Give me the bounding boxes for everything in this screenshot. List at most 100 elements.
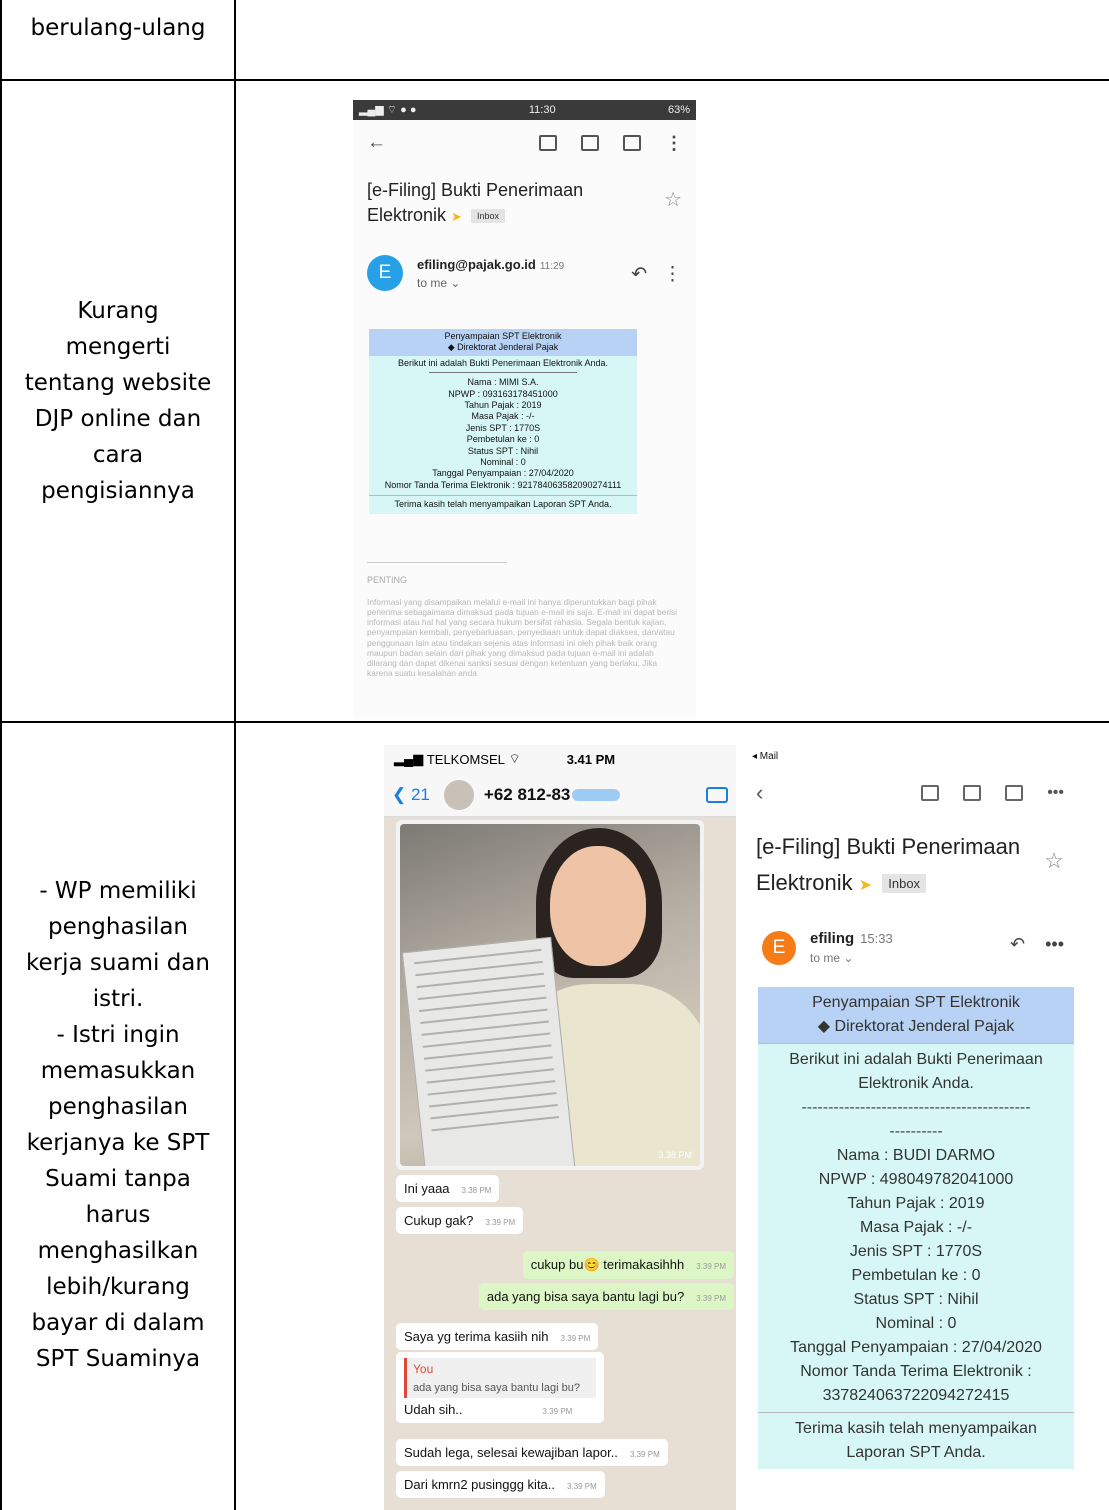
receipt-heading: Penyampaian SPT Elektronik	[444, 331, 562, 341]
reply-icon[interactable]: ↶ ⋮	[631, 263, 682, 286]
row-3-line: kerjanya ke SPT	[26, 1130, 210, 1156]
receipt-field: Nomor Tanda Terima Elektronik : 92178406…	[384, 479, 622, 490]
video-call-icon[interactable]	[706, 786, 728, 803]
redacted-digits	[572, 789, 621, 802]
email-time: 11:29	[539, 260, 565, 272]
chat-message[interactable]: Sudah lega, selesai kewajiban lapor.. 3.3…	[396, 1439, 668, 1466]
receipt-dashes: ----------	[889, 1123, 943, 1140]
receipt-field: Nomor Tanda Terima Elektronik :	[800, 1363, 1032, 1380]
row-3-line: kerja suami dan	[26, 950, 210, 976]
signal-icon: ▂▄▆	[394, 751, 427, 766]
row-2-description: Kurang mengerti tentang website DJP onli…	[2, 81, 234, 721]
receipt-box: Penyampaian SPT Elektronik ◆ Direktorat …	[369, 329, 637, 514]
row-3-line: penghasilan	[47, 914, 189, 940]
chat-message[interactable]: ada yang bisa saya bantu lagi bu? 3.39 PM	[478, 1283, 734, 1310]
chat-message[interactable]: Ini yaaa 3.38 PM	[396, 1175, 500, 1202]
phone-status-bar: ▂▄▆ TELKOMSEL ⌔ 3.41 PM	[384, 745, 736, 773]
row-3-line: lebih/kurang	[46, 1274, 190, 1300]
row-2-line: tentang website	[24, 370, 212, 396]
phone-status-bar: ▂▄▆ ⌔ ● ● 11:30 63%	[353, 100, 696, 120]
receipt-field: Nominal : 0	[875, 1315, 957, 1332]
receipt-field: Jenis SPT : 1770S	[465, 422, 541, 433]
inbox-label: Inbox	[882, 874, 927, 894]
row-3-line: - Istri ingin	[56, 1022, 180, 1048]
email-toolbar: ← ⋮	[353, 120, 696, 166]
row-3-line: memasukkan	[40, 1058, 196, 1084]
row-3-line: Suami tanpa	[45, 1166, 191, 1192]
back-to-mail[interactable]: ◂ Mail	[742, 745, 1078, 769]
chat-message[interactable]: Saya yg terima kasiih nih 3.39 PM	[396, 1323, 599, 1350]
subject-line: [e-Filing] Bukti Penerimaan	[367, 180, 584, 200]
receipt-field: Masa Pajak : -/-	[471, 411, 535, 422]
contact-number[interactable]: +62 812-83	[484, 785, 621, 805]
row-3-line: SPT Suaminya	[35, 1346, 201, 1372]
receipt-intro: Berikut ini adalah Bukti Penerimaan Elek…	[397, 357, 609, 368]
email-time: 15:33	[860, 931, 893, 946]
contact-avatar[interactable]	[443, 779, 474, 810]
trash-icon[interactable]	[581, 135, 599, 151]
receipt-intro: Elektronik Anda.	[858, 1075, 974, 1092]
divider-line	[367, 561, 507, 563]
archive-icon[interactable]	[921, 785, 940, 801]
row-2-line: DJP online dan	[34, 406, 202, 432]
row-2-line: Kurang	[77, 298, 159, 324]
row-2-line: pengisiannya	[41, 478, 195, 504]
trash-icon[interactable]	[963, 785, 982, 801]
back-chevron-icon[interactable]: ‹	[756, 780, 763, 806]
back-button[interactable]: ❮ 21	[392, 785, 430, 805]
back-arrow-icon[interactable]: ←	[367, 132, 386, 154]
receipt-field: Nominal : 0	[480, 457, 526, 468]
receipt-field: Masa Pajak : -/-	[859, 1219, 973, 1236]
row-3-line: menghasilkan	[37, 1238, 199, 1264]
receipt-field: Tanggal Penyampaian : 27/04/2020	[790, 1339, 1042, 1356]
important-marker-icon: ➤	[858, 877, 873, 894]
battery-level: 63%	[667, 104, 690, 116]
chat-message[interactable]: cukup bu😊 terimakasihhh 3.39 PM	[522, 1251, 734, 1279]
photo-time: 3.38 PM	[658, 1150, 692, 1160]
more-vert-icon[interactable]: ⋮	[665, 133, 683, 154]
inbox-label: Inbox	[470, 208, 505, 223]
recipient-label[interactable]: to me ⌄	[810, 951, 893, 965]
carrier-name: TELKOMSEL	[426, 751, 505, 767]
receipt-field: 337824063722094272415	[822, 1387, 1010, 1404]
chat-message[interactable]: Cukup gak? 3.39 PM	[396, 1207, 524, 1234]
status-time: 11:30	[528, 104, 556, 116]
star-icon[interactable]: ☆	[1044, 843, 1064, 879]
receipt-field: Jenis SPT : 1770S	[849, 1243, 983, 1260]
receipt-intro: Berikut ini adalah Bukti Penerimaan	[789, 1051, 1043, 1068]
row-divider-2	[0, 721, 1109, 723]
important-marker-icon: ➤	[451, 209, 462, 224]
archive-icon[interactable]	[539, 135, 557, 151]
receipt-field: Status SPT : Nihil	[853, 1291, 979, 1308]
chat-header: ❮ 21 +62 812-83	[384, 773, 736, 817]
receipt-field: Tahun Pajak : 2019	[847, 1195, 985, 1212]
mail-icon[interactable]	[1005, 785, 1024, 801]
subject-line: Elektronik	[756, 870, 853, 895]
reply-message[interactable]: You ada yang bisa saya bantu lagi bu? Ud…	[396, 1352, 604, 1423]
tax-form-document	[401, 936, 577, 1166]
receipt-field: Pembetulan ke : 0	[851, 1267, 981, 1284]
more-horiz-icon[interactable]: •••	[1047, 784, 1064, 802]
receipt-field: Pembetulan ke : 0	[466, 434, 540, 445]
receipt-box: Penyampaian SPT Elektronik ◆ Direktorat …	[758, 987, 1074, 1469]
recipient-label[interactable]: to me ⌄	[417, 276, 564, 290]
receipt-divider	[429, 372, 577, 374]
receipt-field: Nama : MIMI S.A.	[467, 377, 539, 388]
row-1-line: berulang-ulang	[30, 15, 206, 41]
sender-avatar: E	[762, 930, 796, 965]
receipt-heading: Penyampaian SPT Elektronik	[812, 994, 1020, 1011]
receipt-field: Nama : BUDI DARMO	[836, 1147, 996, 1164]
mail-icon[interactable]	[623, 135, 641, 151]
receipt-field: Status SPT : Nihil	[467, 445, 539, 456]
disclaimer-text: Informasi yang disampaikan melalui e-mai…	[367, 596, 678, 679]
reply-icon[interactable]: ↶ •••	[1010, 934, 1064, 955]
chat-message[interactable]: Dari kmrn2 pusinggg kita.. 3.39 PM	[396, 1471, 605, 1498]
photo-message[interactable]: 3.38 PM	[396, 820, 704, 1170]
row-2-line: mengerti	[65, 334, 171, 360]
receipt-field: NPWP : 498049782041000	[818, 1171, 1014, 1188]
receipt-field: Tanggal Penyampaian : 27/04/2020	[432, 468, 574, 479]
star-icon[interactable]: ☆	[664, 188, 682, 213]
email-subject: [e-Filing] Bukti Penerimaan Elektronik ➤…	[353, 166, 696, 229]
receipt-field: NPWP : 093163178451000	[448, 388, 558, 399]
row-3-line: harus	[85, 1202, 151, 1228]
